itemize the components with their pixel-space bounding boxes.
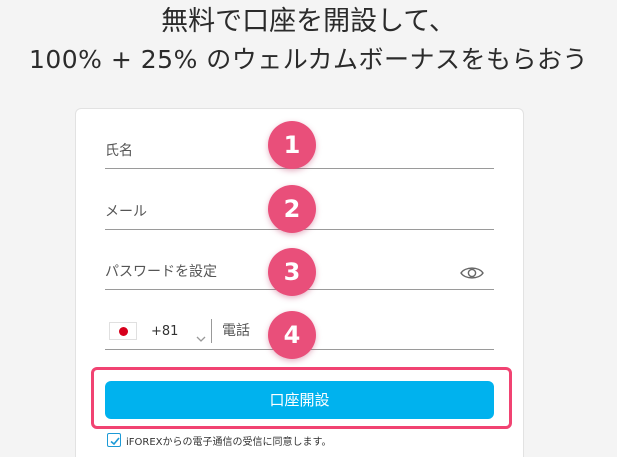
phone-divider (211, 319, 212, 343)
country-code[interactable]: +81 (151, 324, 178, 339)
checkmark-icon (110, 437, 120, 446)
open-account-button[interactable]: 口座開設 (105, 381, 494, 419)
password-placeholder: パスワードを設定 (105, 264, 217, 280)
eye-icon[interactable] (460, 265, 484, 281)
page-headline: 無料で口座を開設して、 100% + 25% のウェルカムボーナスをもらおう (0, 4, 617, 80)
consent-text: iFOREXからの電子通信の受信に同意します。 (126, 436, 332, 448)
headline-line-1: 無料で口座を開設して、 (161, 6, 456, 37)
email-placeholder: メール (105, 204, 147, 220)
flag-sun (119, 327, 128, 336)
step-badge-3: 3 (268, 248, 316, 296)
step-badge-4: 4 (268, 311, 316, 359)
chevron-down-icon[interactable] (196, 328, 206, 342)
consent-checkbox[interactable] (107, 433, 121, 447)
name-placeholder: 氏名 (105, 143, 133, 159)
phone-placeholder: 電話 (222, 323, 250, 339)
headline-line-2: 100% + 25% のウェルカムボーナスをもらおう (28, 45, 589, 74)
japan-flag-icon[interactable] (109, 322, 137, 340)
step-badge-1: 1 (268, 121, 316, 169)
step-badge-2: 2 (268, 185, 316, 233)
consent-row[interactable]: iFOREXからの電子通信の受信に同意します。 (107, 432, 332, 448)
